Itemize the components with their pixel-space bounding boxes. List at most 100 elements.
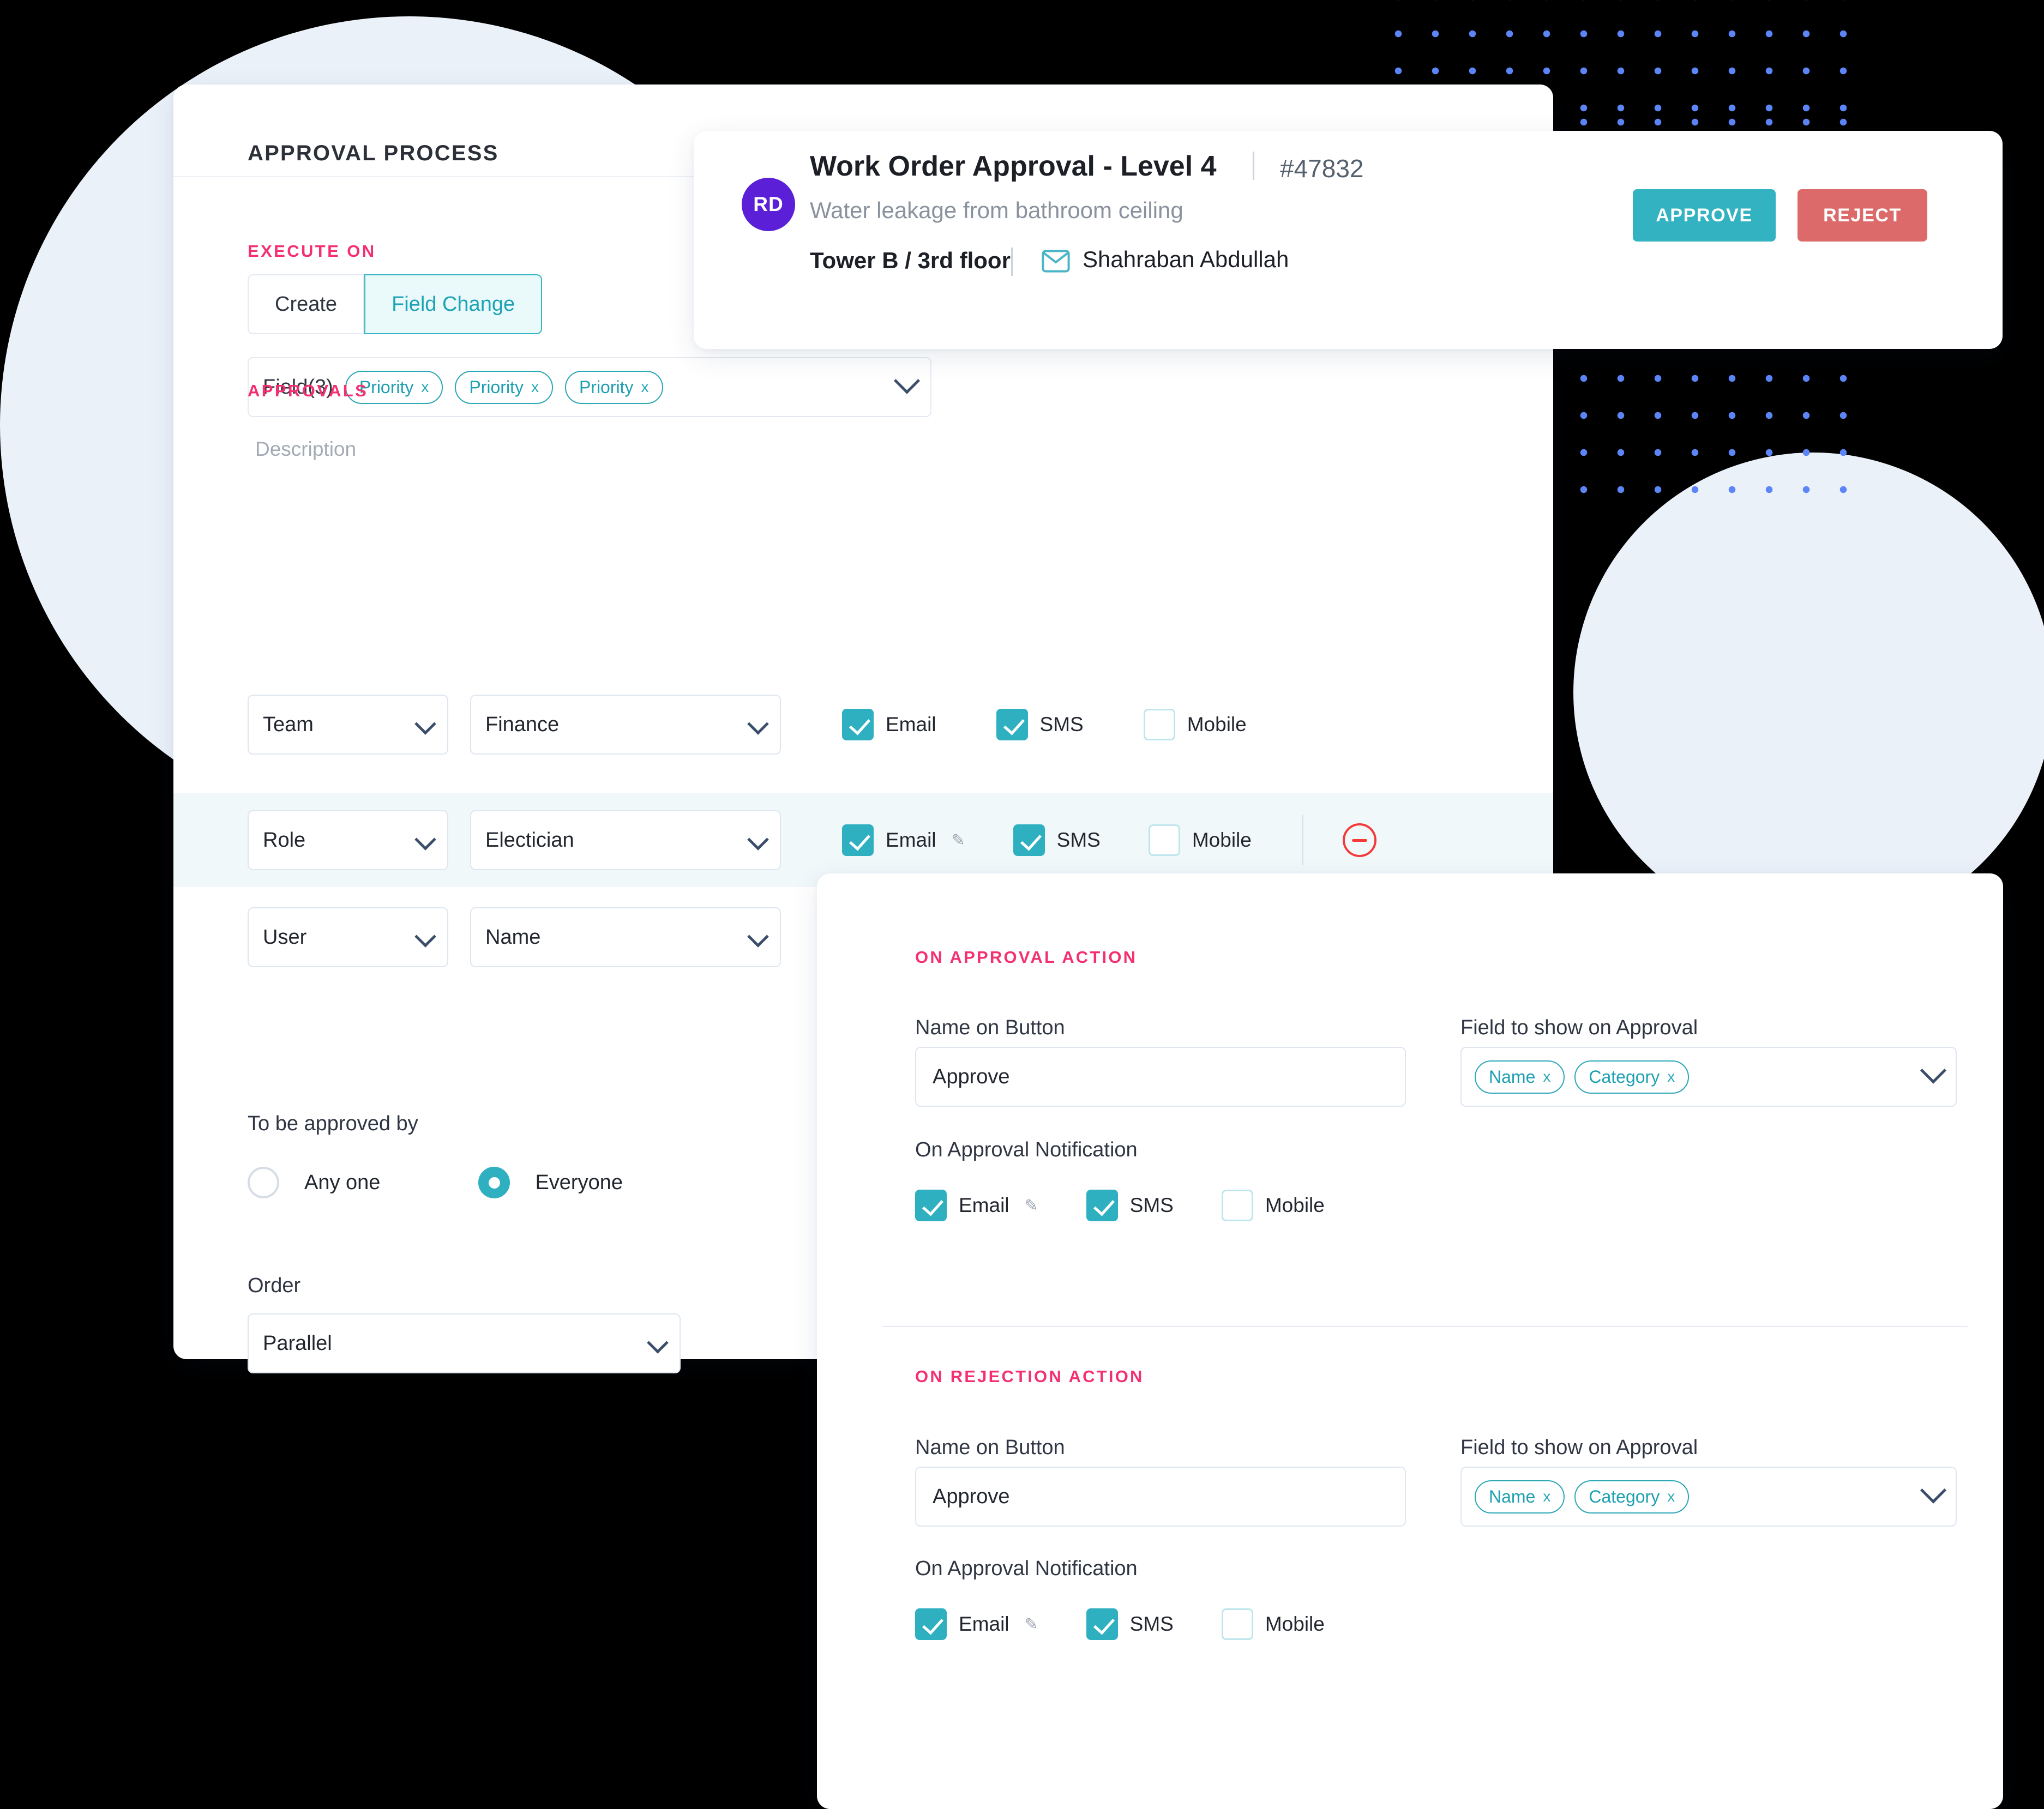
chip-remove-icon[interactable]: x <box>1667 1488 1675 1505</box>
remove-row-icon[interactable] <box>1342 823 1376 857</box>
chevron-down-icon <box>647 1332 669 1354</box>
approver-target-select[interactable]: Name <box>470 907 781 967</box>
checkbox-mobile[interactable]: Mobile <box>1143 709 1247 740</box>
radio-any-one[interactable]: Any one <box>248 1167 380 1198</box>
checkbox-box-icon[interactable] <box>1086 1190 1118 1221</box>
description-input[interactable]: Description <box>255 438 356 461</box>
checkbox-box-icon[interactable] <box>1013 824 1045 856</box>
reject-button[interactable]: REJECT <box>1797 189 1927 242</box>
edit-pencil-icon[interactable]: ✎ <box>1025 1196 1038 1215</box>
field-chip[interactable]: Category x <box>1574 1060 1690 1094</box>
checkbox-label: SMS <box>1129 1194 1174 1216</box>
checkbox-label: Mobile <box>1265 1194 1325 1216</box>
background-circle-right <box>1573 453 2044 932</box>
field-chip[interactable]: Priority x <box>564 370 663 404</box>
execute-on-tabs: Create Field Change <box>248 274 543 334</box>
checkbox-box-icon[interactable] <box>915 1608 947 1640</box>
radio-everyone[interactable]: Everyone <box>478 1167 623 1198</box>
ticket-id: #47832 <box>1280 154 1364 183</box>
approver-type-select[interactable]: Role <box>248 810 448 870</box>
approved-by-radio-group: Any one Everyone <box>248 1167 623 1198</box>
approval-field-multiselect[interactable]: Name x Category x <box>1460 1047 1957 1107</box>
chip-label: Priority <box>469 377 524 397</box>
rejection-field-multiselect[interactable]: Name x Category x <box>1460 1467 1957 1527</box>
chevron-down-icon <box>747 829 769 851</box>
chip-remove-icon[interactable]: x <box>1543 1068 1550 1086</box>
title-divider <box>1253 152 1254 180</box>
tab-create[interactable]: Create <box>248 274 365 334</box>
chevron-down-icon[interactable] <box>893 367 921 394</box>
field-chip[interactable]: Name x <box>1475 1480 1565 1513</box>
checkbox-mobile[interactable]: Mobile <box>1148 824 1252 856</box>
checkbox-box-icon[interactable] <box>996 709 1028 740</box>
work-order-subtitle: Water leakage from bathroom ceiling <box>810 197 1183 223</box>
approval-button-name-label: Name on Button <box>915 1016 1065 1039</box>
approve-button[interactable]: APPROVE <box>1633 189 1776 242</box>
checkbox-box-icon[interactable] <box>1221 1608 1253 1640</box>
approver-type-value: User <box>263 925 307 949</box>
checkbox-label: Mobile <box>1192 829 1252 851</box>
checkbox-email[interactable]: Email ✎ <box>915 1190 1038 1221</box>
edit-pencil-icon[interactable]: ✎ <box>1025 1615 1038 1634</box>
checkbox-box-icon[interactable] <box>1148 824 1180 856</box>
checkbox-label: SMS <box>1039 713 1084 735</box>
chip-remove-icon[interactable]: x <box>1543 1488 1550 1505</box>
dot-grid-bottom <box>1565 360 1860 523</box>
field-chip[interactable]: Category x <box>1574 1480 1690 1513</box>
checkbox-label: Email <box>959 1613 1009 1635</box>
rejection-field-show-label: Field to show on Approval <box>1460 1436 1698 1459</box>
tab-field-change[interactable]: Field Change <box>364 274 543 334</box>
checkbox-email[interactable]: Email <box>842 709 936 740</box>
chip-label: Priority <box>579 377 634 397</box>
checkbox-mobile[interactable]: Mobile <box>1221 1608 1325 1640</box>
approvals-section-label: APPROVALS <box>248 381 369 400</box>
checkbox-email[interactable]: Email ✎ <box>915 1608 1038 1640</box>
checkbox-box-icon[interactable] <box>1086 1608 1118 1640</box>
checkbox-box-icon[interactable] <box>842 824 874 856</box>
checkbox-sms[interactable]: SMS <box>1086 1608 1174 1640</box>
radio-circle-icon[interactable] <box>478 1167 510 1198</box>
approver-type-select[interactable]: User <box>248 907 448 967</box>
radio-circle-icon[interactable] <box>248 1167 279 1198</box>
checkbox-sms[interactable]: SMS <box>1086 1190 1174 1221</box>
checkbox-email[interactable]: Email ✎ <box>842 824 965 856</box>
order-label: Order <box>248 1274 301 1297</box>
field-chip[interactable]: Name x <box>1475 1060 1565 1094</box>
checkbox-box-icon[interactable] <box>1221 1190 1253 1221</box>
approver-target-select[interactable]: Finance <box>470 695 781 755</box>
approval-button-name-input[interactable]: Approve <box>915 1047 1406 1107</box>
rejection-button-name-input[interactable]: Approve <box>915 1467 1406 1527</box>
chevron-down-icon <box>414 829 436 851</box>
checkbox-sms[interactable]: SMS <box>996 709 1084 740</box>
checkbox-label: Email <box>959 1194 1009 1216</box>
chip-remove-icon[interactable]: x <box>641 378 649 396</box>
chip-remove-icon[interactable]: x <box>421 378 429 396</box>
approver-type-select[interactable]: Team <box>248 695 448 755</box>
field-chip[interactable]: Priority x <box>455 370 553 404</box>
order-select[interactable]: Parallel <box>248 1313 681 1373</box>
approver-type-value: Role <box>263 828 306 852</box>
edit-pencil-icon[interactable]: ✎ <box>952 831 965 850</box>
approver-target-select[interactable]: Electician <box>470 810 781 870</box>
approver-target-value: Name <box>485 925 541 949</box>
approver-target-value: Electician <box>485 828 574 852</box>
on-approval-action-label: ON APPROVAL ACTION <box>915 948 1138 967</box>
checkbox-label: Email <box>886 713 936 735</box>
section-divider <box>882 1326 1968 1327</box>
rejection-button-name-label: Name on Button <box>915 1436 1065 1459</box>
checkbox-box-icon[interactable] <box>1143 709 1175 740</box>
checkbox-box-icon[interactable] <box>842 709 874 740</box>
chip-label: Name <box>1489 1486 1536 1506</box>
chip-remove-icon[interactable]: x <box>531 378 539 396</box>
checkbox-label: Mobile <box>1265 1613 1325 1635</box>
notification-checkbox-group: Email SMS Mobile <box>842 709 1247 740</box>
checkbox-sms[interactable]: SMS <box>1013 824 1101 856</box>
chip-remove-icon[interactable]: x <box>1667 1068 1675 1086</box>
on-rejection-action-label: ON REJECTION ACTION <box>915 1367 1144 1386</box>
approved-by-label: To be approved by <box>248 1112 418 1135</box>
chevron-down-icon[interactable] <box>1920 1477 1947 1504</box>
checkbox-box-icon[interactable] <box>915 1190 947 1221</box>
checkbox-mobile[interactable]: Mobile <box>1221 1190 1325 1221</box>
chevron-down-icon <box>747 926 769 948</box>
chevron-down-icon[interactable] <box>1920 1057 1947 1084</box>
